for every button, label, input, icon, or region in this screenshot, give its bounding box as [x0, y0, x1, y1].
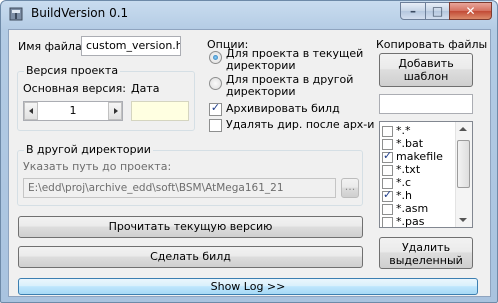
browse-button-label: ... [344, 180, 356, 193]
minimize-button[interactable]: – [400, 2, 426, 20]
app-window: BuildVersion 0.1 – □ ✕ Имя файла: custom… [0, 0, 498, 303]
list-item-checkbox[interactable] [382, 165, 393, 176]
pattern-input[interactable] [379, 94, 473, 114]
list-item-label: *.c [396, 176, 412, 189]
list-item-checkbox[interactable] [382, 204, 393, 215]
increment-button[interactable] [108, 102, 122, 120]
list-item-label: makefile [396, 150, 443, 163]
arrow-right-icon [114, 108, 118, 114]
maximize-button[interactable]: □ [425, 2, 450, 20]
delete-selected-line2: выделенный [389, 254, 463, 267]
delete-selected-button[interactable]: Удалить выделенный [379, 237, 473, 269]
title-bar[interactable]: BuildVersion 0.1 – □ ✕ [1, 1, 497, 28]
list-item-label: *.pas [396, 215, 425, 228]
other-dir-group-title: В другой директории [24, 143, 153, 156]
radio-other-dir[interactable] [209, 77, 222, 90]
add-pattern-button[interactable]: Добавить шаблон [379, 53, 473, 87]
radio-current-dir-label: Для проекта в текущей директории [226, 47, 364, 72]
close-icon: ✕ [465, 4, 476, 18]
copy-files-title: Копировать файлы [376, 38, 488, 51]
window-title: BuildVersion 0.1 [31, 6, 129, 20]
client-area: Имя файла: custom_version.h Версия проек… [8, 29, 491, 297]
close-button[interactable]: ✕ [449, 2, 492, 20]
list-item-checkbox[interactable]: ✓ [382, 149, 393, 163]
check-mark-icon: ✓ [210, 101, 221, 114]
project-path-hint: Указать путь до проекта: [23, 160, 172, 173]
main-version-spinner[interactable]: 1 [23, 101, 123, 121]
file-name-label: Имя файла: [18, 40, 86, 53]
main-version-label: Основная версия: [23, 82, 126, 95]
version-group-title: Версия проекта [24, 64, 121, 77]
scroll-thumb[interactable] [457, 140, 470, 188]
check-mark-icon: ✓ [383, 149, 393, 162]
make-build-label: Сделать билд [150, 250, 231, 263]
radio-current-dir[interactable] [209, 51, 222, 64]
delete-dir-checkbox[interactable] [209, 119, 222, 132]
delete-selected-line1: Удалить [401, 241, 451, 254]
list-item[interactable]: *.txt [382, 163, 454, 178]
make-build-button[interactable]: Сделать билд [18, 246, 363, 268]
list-item-checkbox[interactable]: ✓ [382, 188, 393, 202]
archive-build-label: Архивировать билд [226, 102, 340, 115]
delete-dir-label: Удалять дир. после арх-и [226, 118, 375, 131]
list-item-checkbox[interactable] [382, 126, 393, 137]
list-scrollbar[interactable] [455, 122, 472, 227]
check-mark-icon: ✓ [383, 188, 393, 201]
read-version-button[interactable]: Прочитать текущую версию [18, 216, 363, 238]
file-name-input[interactable]: custom_version.h [81, 36, 181, 56]
file-patterns-list[interactable]: *.* *.bat ✓ makefile *.txt *.c ✓ *.h *.asm *.pas [379, 121, 473, 228]
list-item[interactable]: *.c [382, 176, 454, 191]
list-item-label: *.* [396, 124, 411, 137]
browse-button[interactable]: ... [341, 178, 359, 198]
minimize-icon: – [410, 4, 416, 18]
date-field[interactable] [131, 101, 189, 121]
list-item[interactable]: *.pas [382, 215, 454, 228]
archive-build-checkbox[interactable]: ✓ [209, 101, 222, 116]
scroll-up-icon[interactable] [459, 127, 467, 131]
maximize-icon: □ [431, 4, 444, 18]
show-log-label: Show Log >> [210, 280, 286, 293]
list-item-label: *.bat [396, 137, 424, 150]
radio-other-dir-label: Для проекта в другой директории [226, 73, 354, 98]
date-label: Дата [131, 82, 160, 95]
hammer-icon [9, 7, 23, 21]
add-pattern-line2: шаблон [403, 70, 449, 83]
scroll-down-icon[interactable] [459, 218, 467, 222]
list-item-checkbox[interactable] [382, 217, 393, 227]
show-log-button[interactable]: Show Log >> [18, 278, 478, 295]
list-item-label: *.h [396, 189, 412, 202]
read-version-label: Прочитать текущую версию [108, 220, 273, 233]
project-path-input[interactable]: E:\edd\proj\archive_edd\soft\BSM\AtMega1… [23, 178, 336, 198]
add-pattern-line1: Добавить [398, 57, 454, 70]
list-item-label: *.asm [396, 202, 429, 215]
list-item-label: *.txt [396, 163, 421, 176]
